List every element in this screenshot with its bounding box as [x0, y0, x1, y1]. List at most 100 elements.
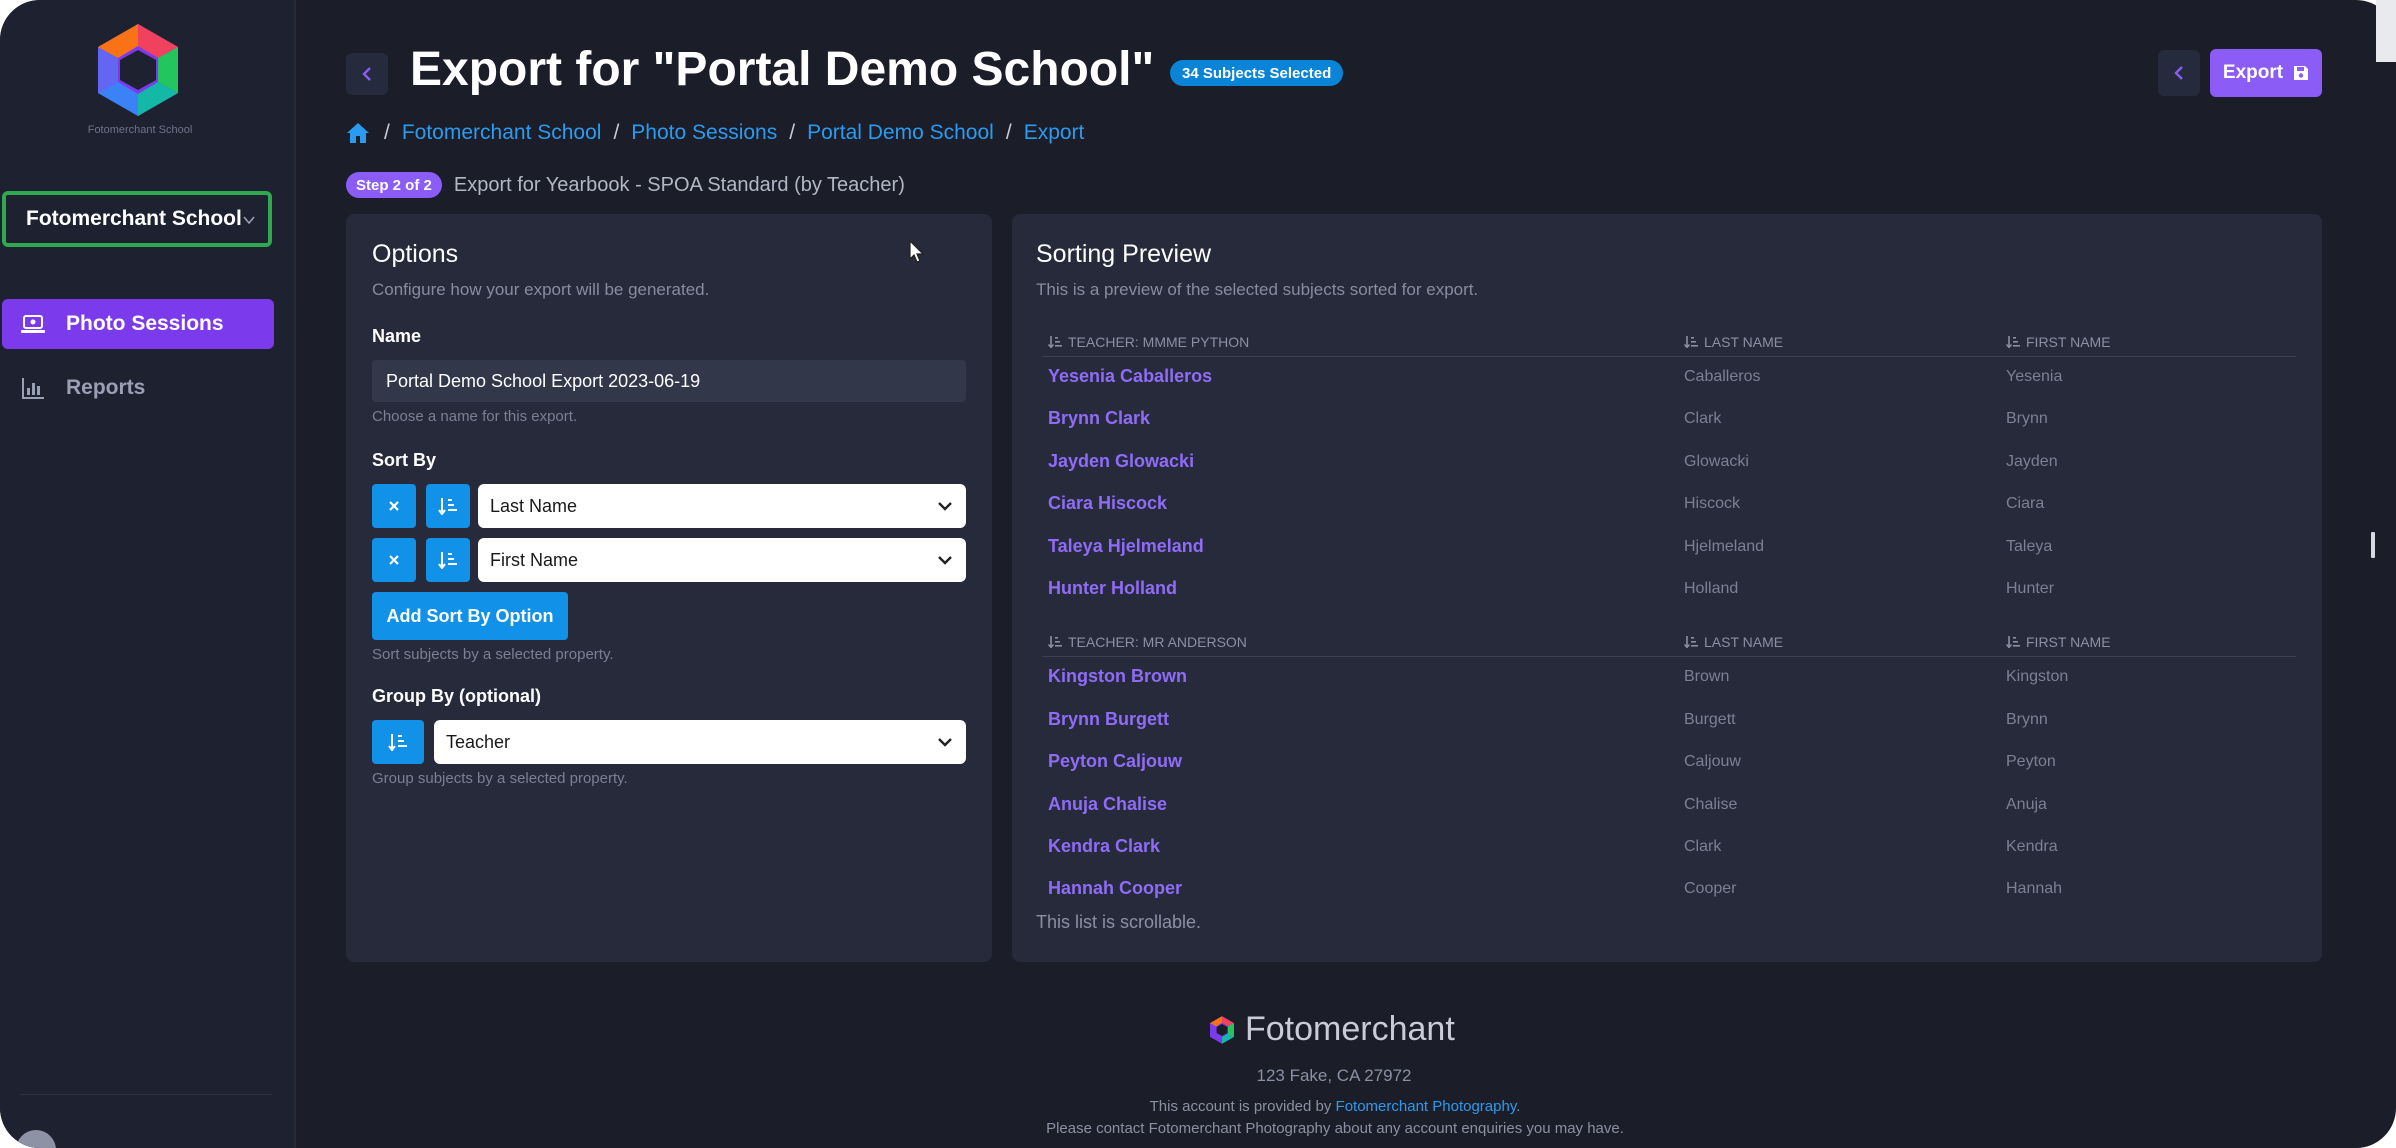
subject-name-link[interactable]: Anuja Chalise — [1048, 794, 1167, 815]
subject-name-link[interactable]: Peyton Caljouw — [1048, 751, 1182, 772]
column-last-name[interactable]: LAST NAME — [1684, 634, 1783, 650]
table-row: Jayden Glowacki Glowacki Jayden — [1042, 443, 2296, 485]
name-label: Name — [372, 326, 422, 346]
group-by-select[interactable]: Teacher — [434, 720, 966, 764]
subject-name-link[interactable]: Taleya Hjelmeland — [1048, 536, 1204, 557]
sort-by-select-value: Last Name — [490, 495, 578, 516]
group-header: TEACHER: MR ANDERSON LAST NAME FIRST NAME — [1042, 630, 2296, 658]
group-help: Group subjects by a selected property. — [372, 770, 628, 787]
footer-logo: Fotomerchant — [1207, 1010, 1455, 1049]
group-heading-label: TEACHER: MR ANDERSON — [1068, 634, 1247, 651]
subject-first-name: Brynn — [2006, 410, 2048, 428]
table-row: Hannah Cooper Cooper Hannah — [1042, 870, 2296, 912]
subject-last-name: Hjelmeland — [1684, 537, 1765, 555]
laptop-icon — [21, 315, 45, 333]
subject-name-link[interactable]: Kingston Brown — [1048, 666, 1187, 687]
subject-name-link[interactable]: Hannah Cooper — [1048, 878, 1182, 899]
subject-first-name: Kingston — [2006, 668, 2069, 686]
subject-last-name: Chalise — [1684, 795, 1738, 813]
column-first-name[interactable]: FIRST NAME — [2006, 334, 2111, 350]
preview-title: Sorting Preview — [1036, 240, 1212, 268]
back-button[interactable] — [346, 53, 388, 95]
subject-first-name: Hunter — [2006, 580, 2055, 597]
footer-provider: This account is provided by Fotomerchant… — [880, 1098, 1790, 1115]
chevron-down-icon — [938, 502, 952, 511]
scrollbar[interactable] — [2376, 0, 2396, 62]
subject-name-link[interactable]: Brynn Clark — [1048, 408, 1150, 429]
chevron-left-icon — [362, 67, 371, 81]
logo-caption: Fotomerchant School — [87, 124, 193, 136]
options-subtitle: Configure how your export will be genera… — [372, 280, 710, 299]
column-first-name[interactable]: FIRST NAME — [2006, 634, 2111, 650]
avatar[interactable] — [16, 1130, 56, 1148]
sort-by-label: Sort By — [372, 450, 437, 470]
footer-provider-link[interactable]: Fotomerchant Photography — [1336, 1098, 1517, 1115]
table-row: Taleya Hjelmeland Hjelmeland Taleya — [1042, 528, 2296, 570]
table-row: Hunter Holland Holland Hunter — [1042, 570, 2296, 612]
subject-first-name: Peyton — [2006, 753, 2056, 771]
footer-contact: Please contact Fotomerchant Photography … — [1046, 1120, 1624, 1137]
column-label: LAST NAME — [1704, 634, 1784, 651]
add-sort-by-button[interactable]: Add Sort By Option — [372, 592, 568, 640]
resize-handle[interactable] — [2371, 532, 2375, 558]
subject-last-name: Caljouw — [1684, 753, 1741, 771]
export-button[interactable]: Export — [2210, 49, 2322, 97]
sidebar-item-label: Photo Sessions — [66, 312, 224, 335]
sort-direction-button[interactable] — [426, 484, 470, 528]
sort-direction-button[interactable] — [426, 538, 470, 582]
breadcrumb-separator: / — [1005, 121, 1012, 144]
subject-name-link[interactable]: Kendra Clark — [1048, 836, 1160, 857]
subject-last-name: Holland — [1684, 580, 1739, 597]
footer-address: 123 Fake, CA 27972 — [1256, 1066, 1412, 1085]
sidebar-item-reports[interactable]: Reports — [2, 363, 274, 413]
remove-sort-button[interactable] — [372, 484, 416, 528]
sort-icon — [2006, 336, 2020, 348]
subject-name-link[interactable]: Hunter Holland — [1048, 578, 1177, 599]
sort-by-select[interactable]: First Name — [478, 538, 966, 582]
sort-by-select[interactable]: Last Name — [478, 484, 966, 528]
home-icon[interactable] — [346, 122, 370, 144]
sort-icon — [1048, 336, 1062, 348]
subject-first-name: Kendra — [2006, 838, 2058, 855]
subject-name-link[interactable]: Jayden Glowacki — [1048, 451, 1194, 472]
step-description: Export for Yearbook - SPOA Standard (by … — [453, 173, 905, 196]
options-title: Options — [372, 240, 459, 268]
table-row: Kendra Clark Clark Kendra — [1042, 828, 2296, 870]
chevron-down-icon — [243, 216, 255, 225]
group-heading: TEACHER: MR ANDERSON — [1048, 634, 1247, 650]
breadcrumb-export[interactable]: Export — [1024, 121, 1085, 145]
group-by-label: Group By (optional) — [372, 686, 541, 706]
sort-ascending-icon — [438, 498, 457, 515]
subject-first-name: Hannah — [2006, 880, 2063, 898]
sort-help: Sort subjects by a selected property. — [372, 646, 614, 663]
footer-brand: Fotomerchant — [1245, 1010, 1455, 1048]
breadcrumb: / Fotomerchant School / Photo Sessions /… — [346, 118, 1084, 148]
fotomerchant-logo-icon — [1210, 1015, 1234, 1044]
breadcrumb-portal-demo-school[interactable]: Portal Demo School — [807, 121, 994, 145]
table-row: Kingston Brown Brown Kingston — [1042, 658, 2296, 700]
sidebar-item-photo-sessions[interactable]: Photo Sessions — [2, 299, 274, 349]
subjects-selected-badge: 34 Subjects Selected — [1170, 60, 1344, 86]
subject-last-name: Clark — [1684, 838, 1722, 855]
remove-sort-button[interactable] — [372, 538, 416, 582]
school-selector[interactable]: Fotomerchant School — [2, 191, 272, 247]
fotomerchant-logo-icon — [98, 24, 178, 116]
subject-name-link[interactable]: Yesenia Caballeros — [1048, 366, 1212, 387]
group-direction-button[interactable] — [372, 720, 424, 764]
chevron-left-icon — [2174, 66, 2183, 80]
subject-last-name: Cooper — [1684, 880, 1737, 898]
previous-button[interactable] — [2158, 50, 2200, 96]
subject-first-name: Ciara — [2006, 495, 2045, 513]
name-help: Choose a name for this export. — [372, 408, 578, 425]
chevron-down-icon — [938, 556, 952, 565]
subject-name-link[interactable]: Ciara Hiscock — [1048, 493, 1167, 514]
export-name-input[interactable]: Portal Demo School Export 2023-06-19 — [372, 360, 966, 402]
breadcrumb-photo-sessions[interactable]: Photo Sessions — [631, 121, 777, 145]
column-last-name[interactable]: LAST NAME — [1684, 334, 1783, 350]
sidebar-item-label: Reports — [66, 376, 146, 399]
subject-name-link[interactable]: Brynn Burgett — [1048, 709, 1169, 730]
breadcrumb-school[interactable]: Fotomerchant School — [402, 121, 602, 145]
column-label: FIRST NAME — [2026, 634, 2111, 651]
group-heading-label: TEACHER: MMME PYTHON — [1068, 334, 1250, 350]
preview-subtitle: This is a preview of the selected subjec… — [1036, 280, 1479, 299]
